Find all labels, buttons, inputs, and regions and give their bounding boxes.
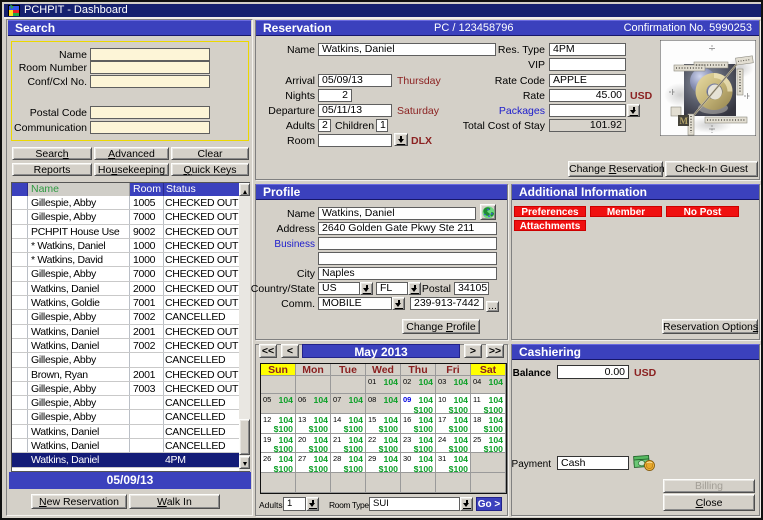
svg-text:M: M <box>680 116 689 126</box>
